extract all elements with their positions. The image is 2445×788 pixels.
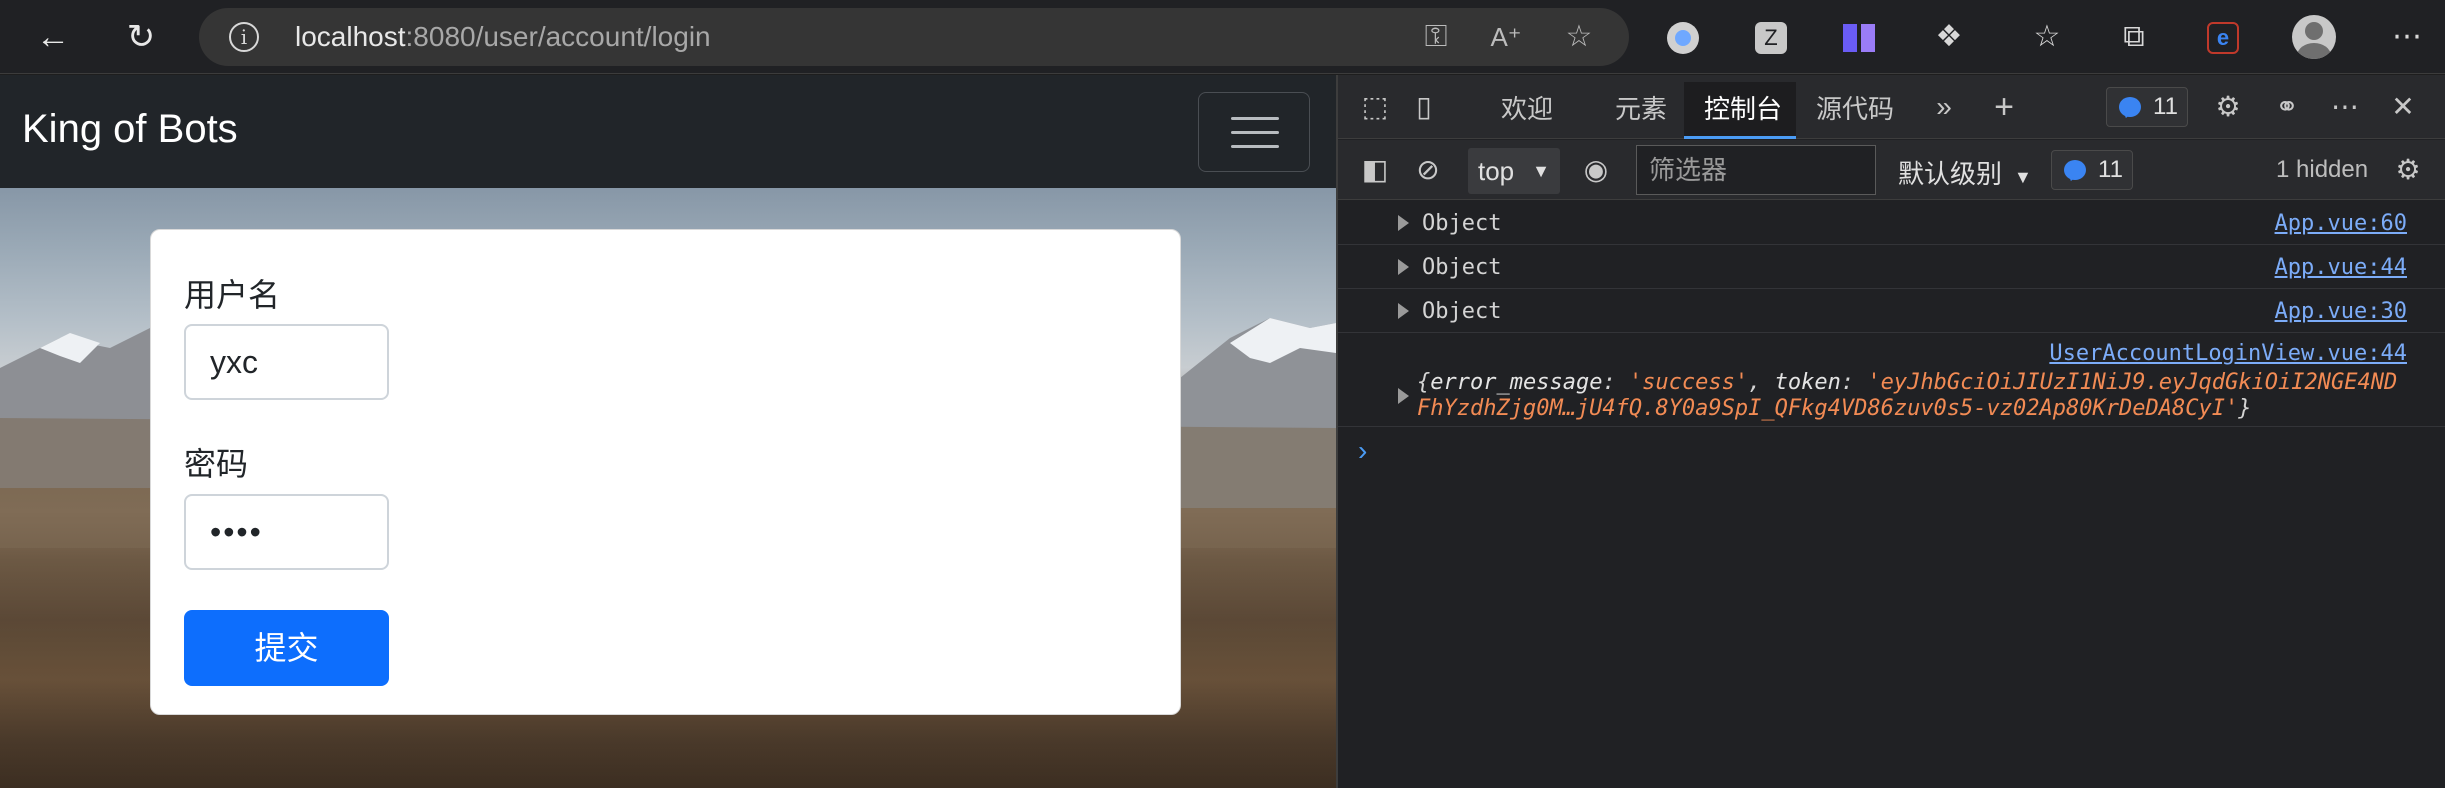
clear-console-icon[interactable]: ⊘ [1408,150,1448,190]
dropdown-arrow-icon: ▼ [2014,167,2032,187]
connect-device-icon[interactable]: ⚭ [2267,87,2307,127]
context-selector[interactable]: top ▼ [1468,148,1560,194]
tab-elements[interactable]: 元素 [1615,89,1667,126]
expand-triangle-icon[interactable] [1398,388,1409,404]
extension-notes-icon[interactable]: Z [1748,14,1794,60]
devtools-tab-bar: ⬚ ▯ 欢迎 元素 控制台 源代码 » + 11 ⚙ ⚭ ⋯ ✕ [1338,75,2445,139]
password-label: 密码 [184,446,249,482]
console-settings-gear-icon[interactable]: ⚙ [2388,150,2428,190]
message-icon [2119,97,2141,117]
favorite-add-icon[interactable]: ☆ [1559,18,1599,56]
console-log-row-object[interactable]: UserAccountLoginView.vue:44 {error_messa… [1338,333,2445,427]
url-path: :8080/user/account/login [405,21,711,52]
expand-triangle-icon[interactable] [1398,259,1409,275]
tab-console[interactable]: 控制台 [1704,89,1782,126]
object-value: FhYzdhZjg0M…jU4fQ.8Y0a9SpI_QFkg4VD86zuv0… [1417,396,2239,421]
log-text: Object [1422,299,1502,324]
issues-count: 11 [2153,93,2178,120]
hamburger-line [1231,131,1279,134]
navbar-brand[interactable]: King of Bots [22,107,238,152]
settings-gear-icon[interactable]: ⚙ [2208,87,2248,127]
browser-toolbar: ← ↻ i localhost:8080/user/account/login … [0,0,2445,74]
key-icon[interactable]: ⚿ [1416,18,1456,56]
object-value: 'success' [1628,370,1749,395]
console-log-row[interactable]: Object App.vue:30 [1338,289,2445,333]
log-source-link[interactable]: App.vue:30 [2275,299,2407,324]
console-toolbar: ◧ ⊘ top ▼ ◉ 筛选器 默认级别 ▼ 11 1 hidden ⚙ [1338,140,2445,200]
username-label: 用户名 [184,277,281,313]
web-page: King of Bots 用户名 yxc 密码 •••• 提交 [0,75,1336,788]
close-devtools-icon[interactable]: ✕ [2383,87,2423,127]
messages-badge[interactable]: 11 [2051,150,2133,190]
object-key: error_message [1430,370,1603,395]
hamburger-line [1231,145,1279,148]
edge-browser-icon[interactable]: e [2200,14,2246,60]
device-emulation-icon[interactable]: ▯ [1404,87,1444,127]
messages-count: 11 [2098,156,2123,183]
log-object-line-2: FhYzdhZjg0M…jU4fQ.8Y0a9SpI_QFkg4VD86zuv0… [1417,396,2252,421]
back-icon[interactable]: ← [30,14,76,60]
url-text[interactable]: localhost:8080/user/account/login [295,21,711,53]
extension-circle-icon[interactable] [1660,14,1706,60]
console-log-row[interactable]: Object App.vue:44 [1338,245,2445,289]
expand-triangle-icon[interactable] [1398,215,1409,231]
live-expression-eye-icon[interactable]: ◉ [1576,150,1616,190]
log-source-link[interactable]: UserAccountLoginView.vue:44 [2049,341,2407,366]
add-tab-icon[interactable]: + [1984,87,2024,127]
message-icon [2064,160,2086,180]
extensions-puzzle-icon[interactable]: ❖ [1926,14,1972,60]
more-menu-icon[interactable]: ⋯ [2384,14,2430,60]
log-level-dropdown[interactable]: 默认级别 ▼ [1898,154,2032,191]
object-value: 'eyJhbGciOiJIUzI1NiJ9.eyJqdGkiOiI2NGE4ND [1867,370,2398,395]
object-key: token [1774,370,1841,395]
log-source-link[interactable]: App.vue:60 [2275,211,2407,236]
password-input[interactable]: •••• [184,494,389,570]
submit-button[interactable]: 提交 [184,610,389,686]
log-level-value: 默认级别 [1898,159,2003,189]
log-text: Object [1422,211,1502,236]
issues-badge[interactable]: 11 [2106,87,2188,127]
site-info-icon[interactable]: i [229,22,259,52]
more-options-icon[interactable]: ⋯ [2325,87,2365,127]
extension-purple-icon[interactable] [1836,14,1882,60]
read-aloud-icon[interactable]: A⁺ [1486,18,1526,56]
collections-icon[interactable]: ⧉ [2111,14,2157,60]
log-object-line-1: {error_message: 'success', token: 'eyJhb… [1417,370,2398,395]
dropdown-arrow-icon: ▼ [1532,161,1550,181]
devtools-panel: ⬚ ▯ 欢迎 元素 控制台 源代码 » + 11 ⚙ ⚭ ⋯ ✕ ◧ ⊘ top… [1336,75,2445,788]
context-value: top [1478,156,1515,186]
profile-avatar[interactable] [2292,15,2336,59]
expand-triangle-icon[interactable] [1398,303,1409,319]
hamburger-line [1231,117,1279,120]
refresh-icon[interactable]: ↻ [118,14,164,60]
console-log-row[interactable]: Object App.vue:60 [1338,201,2445,245]
navbar-toggler-button[interactable] [1198,92,1310,172]
more-tabs-chevron-icon[interactable]: » [1924,87,1964,127]
log-text: Object [1422,255,1502,280]
favorites-icon[interactable]: ☆ [2024,14,2070,60]
url-host: localhost [295,21,406,52]
tab-sources[interactable]: 源代码 [1816,89,1894,126]
navbar: King of Bots [0,75,1336,188]
username-input[interactable]: yxc [184,324,389,400]
log-source-link[interactable]: App.vue:44 [2275,255,2407,280]
tab-welcome[interactable]: 欢迎 [1501,89,1553,126]
login-card: 用户名 yxc 密码 •••• 提交 [150,229,1181,715]
filter-input[interactable]: 筛选器 [1636,145,1876,195]
address-bar[interactable]: i localhost:8080/user/account/login ⚿ A⁺… [199,8,1629,66]
console-prompt-chevron-icon[interactable]: › [1358,435,1367,467]
sidebar-toggle-icon[interactable]: ◧ [1355,150,1395,190]
hidden-count: 1 hidden [2276,156,2369,183]
inspect-element-icon[interactable]: ⬚ [1355,87,1395,127]
